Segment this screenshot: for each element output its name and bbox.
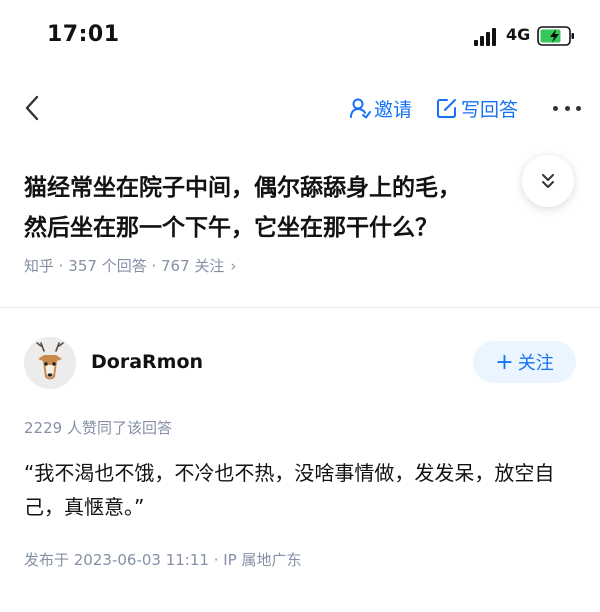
chevron-left-icon <box>25 95 39 121</box>
double-chevron-down-icon <box>542 174 554 188</box>
question-meta-text: 知乎 · 357 个回答 · 767 关注 <box>24 257 225 275</box>
more-button[interactable] <box>553 94 581 122</box>
invite-person-icon <box>350 98 371 119</box>
divider <box>0 307 600 308</box>
write-answer-button[interactable]: 写回答 <box>436 94 518 122</box>
question-title-line-1: 猫经常坐在院子中间，偶尔舔舔身上的毛， <box>24 175 461 201</box>
invite-button[interactable]: 邀请 <box>349 94 412 122</box>
status-time: 17:01 <box>47 22 120 47</box>
deer-avatar-icon <box>24 337 76 389</box>
avatar[interactable] <box>24 337 76 389</box>
nav-bar: 邀请 写回答 <box>0 80 600 136</box>
ellipsis-icon <box>553 105 558 111</box>
signal-icon <box>474 28 500 46</box>
follow-button[interactable]: + 关注 <box>473 341 576 383</box>
network-type: 4G <box>506 25 531 44</box>
status-bar: 17:01 4G <box>0 0 600 72</box>
answer-content[interactable]: “我不渴也不饿，不冷也不热，没啥事情做，发发呆，放空自己，真惬意。” <box>24 456 584 524</box>
battery-charging-icon <box>537 26 574 46</box>
write-answer-label: 写回答 <box>461 98 519 121</box>
question-title-line-2: 然后坐在那一个下午，它坐在那干什么？ <box>24 215 438 241</box>
question-title[interactable]: 猫经常坐在院子中间，偶尔舔舔身上的毛， 然后坐在那一个下午，它坐在那干什么？ <box>24 168 564 248</box>
question-meta[interactable]: 知乎 · 357 个回答 · 767 关注 › <box>24 255 236 276</box>
expand-question-button[interactable] <box>522 155 574 207</box>
published-info: 发布于 2023-06-03 11:11 · IP 属地广东 <box>24 551 302 569</box>
follow-label: 关注 <box>517 353 554 374</box>
author-name[interactable]: DoraRmon <box>91 351 203 373</box>
answer-author: DoraRmon + 关注 <box>24 337 576 391</box>
invite-label: 邀请 <box>374 98 413 121</box>
plus-icon: + <box>495 349 514 375</box>
back-button[interactable] <box>22 94 44 122</box>
likes-count: 2229 人赞同了该回答 <box>24 419 172 437</box>
edit-icon <box>437 99 456 118</box>
chevron-right-icon: › <box>230 256 237 275</box>
